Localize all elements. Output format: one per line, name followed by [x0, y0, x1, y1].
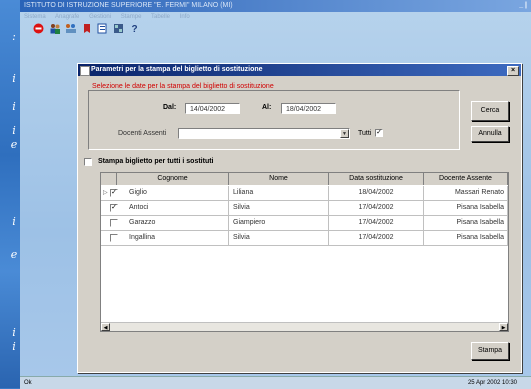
table-row[interactable]: Garazzo Giampiero 17/04/2002 Pisana Isab…: [101, 216, 508, 231]
cell-docente: Pisana Isabella: [424, 216, 508, 230]
stampa-all-checkbox[interactable]: [84, 158, 92, 166]
group-icon[interactable]: [64, 23, 77, 36]
menu-bar: Sistema Anagrafe Gestioni Stampe Tabelle…: [20, 12, 531, 22]
group-caption: Selezione le date per la stampa del bigl…: [90, 83, 276, 90]
cell-cognome: Ingallina: [117, 231, 229, 245]
window-controls[interactable]: _ |: [519, 0, 527, 12]
scroll-left-icon[interactable]: ◀: [101, 323, 110, 331]
status-bar: Ok 25 Apr 2002 10:30: [20, 376, 531, 389]
cell-docente: Pisana Isabella: [424, 201, 508, 215]
cell-nome: Liliana: [229, 186, 329, 200]
side-glyph: :: [12, 30, 16, 43]
help-icon[interactable]: ?: [128, 23, 141, 36]
menu-stampe[interactable]: Stampe: [121, 14, 142, 20]
header-cognome[interactable]: Cognome: [117, 173, 229, 185]
stop-icon[interactable]: [32, 23, 45, 36]
table-row[interactable]: ✓ Antoci Silvia 17/04/2002 Pisana Isabel…: [101, 201, 508, 216]
cell-nome: Silvia: [229, 201, 329, 215]
close-icon[interactable]: ×: [507, 66, 519, 76]
print-params-dialog: Parametri per la stampa del biglietto di…: [77, 63, 522, 373]
cell-data: 18/04/2002: [329, 186, 424, 200]
annulla-button[interactable]: Annulla: [471, 126, 509, 142]
cell-cognome: Antoci: [117, 201, 229, 215]
scroll-right-icon[interactable]: ▶: [499, 323, 508, 331]
side-glyph: i: [12, 326, 16, 339]
al-label: Al:: [262, 104, 272, 111]
cerca-button[interactable]: Cerca: [471, 101, 509, 121]
bookmark-icon[interactable]: [80, 23, 93, 36]
tutti-checkbox[interactable]: ✓: [375, 129, 383, 137]
menu-info[interactable]: Info: [180, 14, 190, 20]
dal-label: Dal:: [163, 104, 177, 111]
horizontal-scrollbar[interactable]: ◀ ▶: [101, 322, 508, 331]
app-window: ISTITUTO DI ISTRUZIONE SUPERIORE "E. FER…: [20, 0, 531, 389]
header-docente[interactable]: Docente Assente: [424, 173, 508, 185]
tutti-label: Tutti: [358, 130, 372, 137]
stampa-button[interactable]: Stampa: [471, 342, 509, 360]
status-left: Ok: [24, 380, 32, 386]
cell-docente: Pisana Isabella: [424, 231, 508, 245]
cell-cognome: Giglio: [117, 186, 229, 200]
side-glyph: i: [12, 340, 16, 353]
table-row[interactable]: Ingallina Silvia 17/04/2002 Pisana Isabe…: [101, 231, 508, 246]
header-data[interactable]: Data sostituzione: [329, 173, 424, 185]
side-glyph: e: [10, 248, 18, 261]
dialog-title: Parametri per la stampa del biglietto di…: [91, 66, 263, 73]
menu-gestioni[interactable]: Gestioni: [89, 14, 111, 20]
al-date-field[interactable]: 18/04/2002: [281, 103, 336, 114]
cell-data: 17/04/2002: [329, 231, 424, 245]
menu-tabelle[interactable]: Tabelle: [151, 14, 170, 20]
app-titlebar: ISTITUTO DI ISTRUZIONE SUPERIORE "E. FER…: [20, 0, 531, 12]
cell-cognome: Garazzo: [117, 216, 229, 230]
users-icon[interactable]: [48, 23, 61, 36]
menu-sistema[interactable]: Sistema: [24, 14, 46, 20]
dialog-app-icon: [80, 66, 90, 76]
dialog-titlebar: Parametri per la stampa del biglietto di…: [78, 64, 521, 76]
chevron-down-icon[interactable]: ▼: [340, 129, 349, 138]
docenti-select[interactable]: ▼: [178, 128, 350, 139]
dal-date-field[interactable]: 14/04/2002: [185, 103, 240, 114]
menu-anagrafe[interactable]: Anagrafe: [55, 14, 79, 20]
app-title: ISTITUTO DI ISTRUZIONE SUPERIORE "E. FER…: [24, 2, 233, 9]
toolbar: ?: [20, 22, 531, 38]
cell-nome: Silvia: [229, 231, 329, 245]
docenti-label: Docenti Assenti: [118, 130, 167, 137]
side-glyph: i: [12, 100, 16, 113]
cell-docente: Massari Renato: [424, 186, 508, 200]
cell-nome: Giampiero: [229, 216, 329, 230]
side-glyph: e: [10, 138, 18, 151]
side-glyph: i: [12, 215, 16, 228]
header-nome[interactable]: Nome: [229, 173, 329, 185]
stampa-all-label: Stampa biglietto per tutti i sostituti: [98, 158, 214, 165]
cell-data: 17/04/2002: [329, 216, 424, 230]
grid-icon[interactable]: [112, 23, 125, 36]
date-groupbox: [88, 90, 460, 150]
header-indicator: [101, 173, 117, 185]
current-row-icon: ▷: [103, 190, 108, 196]
table-row[interactable]: ▷ ✓ Giglio Liliana 18/04/2002 Massari Re…: [101, 186, 508, 201]
document-icon[interactable]: [96, 23, 109, 36]
side-glyph: i: [12, 72, 16, 85]
status-datetime: 25 Apr 2002 10:30: [467, 380, 517, 386]
sostituti-table[interactable]: Cognome Nome Data sostituzione Docente A…: [100, 172, 509, 332]
cell-data: 17/04/2002: [329, 201, 424, 215]
table-header: Cognome Nome Data sostituzione Docente A…: [101, 173, 508, 185]
side-glyph: i: [12, 124, 16, 137]
